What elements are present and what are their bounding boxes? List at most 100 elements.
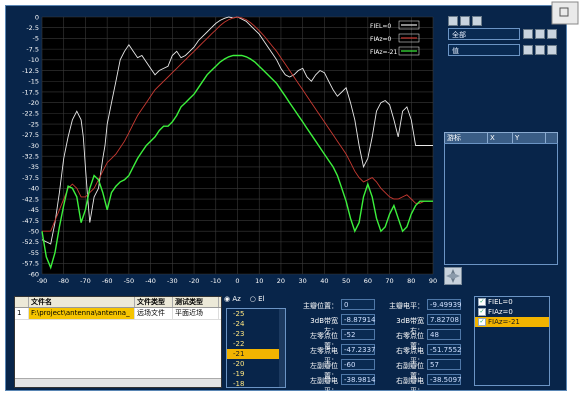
- angle-list[interactable]: -25 -24 -23 -22 -21 -20 -19 -18: [226, 308, 286, 388]
- series-legend-list[interactable]: ✓ FIEL=0 ✓ FIAz=0 ✓ FIAz=-21: [474, 296, 550, 386]
- legend-label: FIAz=0: [370, 36, 392, 43]
- legend-list-label: FIAz=-21: [488, 318, 520, 326]
- value-option-icon[interactable]: [523, 45, 533, 55]
- value-select[interactable]: 值: [448, 44, 520, 56]
- y-tick-label: -42.5: [22, 195, 39, 203]
- list-item[interactable]: -21: [227, 349, 285, 359]
- y-tick-label: -10: [28, 56, 39, 64]
- x-tick-label: 40: [320, 277, 328, 285]
- rzero-level-value: -51.7552: [427, 344, 461, 355]
- y-tick-label: -7.5: [26, 45, 39, 53]
- range-add-icon[interactable]: [535, 29, 545, 39]
- legend-label: FIEL=0: [370, 23, 391, 30]
- metrics-panel: 主瓣位置： 0 主瓣电平： -9.49939 3dB带宽左： -8.87914 3dB带宽右…: [298, 295, 468, 395]
- y-tick-label: -52.5: [22, 238, 39, 246]
- y-tick-label: 0: [35, 13, 39, 21]
- x-tick-label: 60: [364, 277, 372, 285]
- y-tick-label: -27.5: [22, 131, 39, 139]
- file-table-header: 文件名 文件类型 测试类型: [15, 297, 221, 308]
- horizontal-scrollbar[interactable]: [15, 378, 221, 387]
- main-pos-value: 0: [341, 299, 375, 310]
- y-tick-label: -40: [28, 185, 39, 193]
- axis-radio-group: ◉ Az ○ El: [224, 295, 292, 305]
- list-item[interactable]: -20: [227, 359, 285, 369]
- window-control[interactable]: [550, 0, 580, 26]
- y-tick-label: -2.5: [26, 24, 39, 32]
- range-option-icon[interactable]: [523, 29, 533, 39]
- list-item[interactable]: -25: [227, 309, 285, 319]
- pan-control-icon[interactable]: [444, 267, 462, 285]
- x-tick-label: -30: [167, 277, 178, 285]
- x-tick-label: 20: [277, 277, 285, 285]
- y-tick-label: -20: [28, 99, 39, 107]
- main-pos-label: 主瓣位置：: [303, 302, 338, 310]
- y-tick-label: -17.5: [22, 88, 39, 96]
- radio-el[interactable]: ○ El: [250, 295, 265, 303]
- list-item[interactable]: -18: [227, 379, 285, 387]
- y-tick-label: -60: [28, 270, 39, 278]
- range-remove-icon[interactable]: [547, 29, 557, 39]
- checkbox[interactable]: ✓: [478, 298, 486, 306]
- lside-level-label: 左副瓣电平：: [310, 377, 338, 395]
- y-tick-label: -22.5: [22, 110, 39, 118]
- legend-list-item[interactable]: ✓ FIEL=0: [475, 297, 549, 307]
- legend-list-item[interactable]: ✓ FIAz=-21: [475, 317, 549, 327]
- y-tick-label: -57.5: [22, 260, 39, 268]
- list-item[interactable]: -22: [227, 339, 285, 349]
- checkbox[interactable]: ✓: [478, 318, 486, 326]
- file-table[interactable]: 文件名 文件类型 测试类型 1 F:\project\antenna\anten…: [14, 296, 222, 388]
- x-tick-label: 90: [429, 277, 437, 285]
- lside-level-value: -38.9814: [341, 374, 375, 385]
- table-row[interactable]: 1 F:\project\antenna\antenna_ 远场文件 平面近场: [15, 308, 221, 320]
- y-tick-label: -25: [28, 120, 39, 128]
- list-item[interactable]: -24: [227, 319, 285, 329]
- y-tick-label: -55: [28, 249, 39, 257]
- legend-list-label: FIAz=0: [488, 308, 513, 316]
- settings-tool-icon[interactable]: [472, 16, 482, 26]
- rside-level-value: -38.5097: [427, 374, 461, 385]
- cursor-table[interactable]: [444, 143, 558, 265]
- legend-label: FIAz=-21: [370, 49, 397, 56]
- main-level-label: 主瓣电平：: [389, 302, 424, 310]
- x-tick-label: -20: [189, 277, 200, 285]
- filename-cell[interactable]: F:\project\antenna\antenna_: [29, 308, 135, 319]
- x-tick-label: -50: [124, 277, 135, 285]
- list-scrollbar[interactable]: [279, 309, 285, 387]
- y-tick-label: -12.5: [22, 67, 39, 75]
- lzero-pos-value: -52: [341, 329, 375, 340]
- col-testtype: 测试类型: [173, 297, 219, 307]
- zoom-tool-icon[interactable]: [460, 16, 470, 26]
- radio-az[interactable]: ◉ Az: [224, 295, 241, 303]
- rside-pos-value: 57: [427, 359, 461, 370]
- x-tick-label: 30: [299, 277, 307, 285]
- col-x: X: [488, 133, 513, 143]
- col-filetype: 文件类型: [135, 297, 173, 307]
- list-item[interactable]: -23: [227, 329, 285, 339]
- y-tick-label: -35: [28, 163, 39, 171]
- value-remove-icon[interactable]: [547, 45, 557, 55]
- x-tick-label: -60: [102, 277, 113, 285]
- y-tick-label: -45: [28, 206, 39, 214]
- list-item[interactable]: -19: [227, 369, 285, 379]
- grid-tool-icon[interactable]: [448, 16, 458, 26]
- y-tick-label: -30: [28, 142, 39, 150]
- lside-pos-value: -60: [341, 359, 375, 370]
- x-tick-label: 0: [235, 277, 239, 285]
- value-add-icon[interactable]: [535, 45, 545, 55]
- checkbox[interactable]: ✓: [478, 308, 486, 316]
- x-tick-label: 70: [385, 277, 393, 285]
- y-tick-label: -5: [33, 35, 39, 43]
- col-cursor: 游标: [445, 133, 488, 143]
- range-select[interactable]: 全部: [448, 28, 520, 40]
- legend-list-item[interactable]: ✓ FIAz=0: [475, 307, 549, 317]
- bw3db-right-value: 7.82708: [427, 314, 461, 325]
- y-tick-label: -50: [28, 227, 39, 235]
- rzero-pos-value: 48: [427, 329, 461, 340]
- x-tick-label: -10: [210, 277, 221, 285]
- y-tick-label: -15: [28, 78, 39, 86]
- bw3db-left-value: -8.87914: [341, 314, 375, 325]
- x-tick-label: 10: [255, 277, 263, 285]
- col-filename: 文件名: [29, 297, 135, 307]
- y-tick-label: -37.5: [22, 174, 39, 182]
- col-y: Y: [513, 133, 546, 143]
